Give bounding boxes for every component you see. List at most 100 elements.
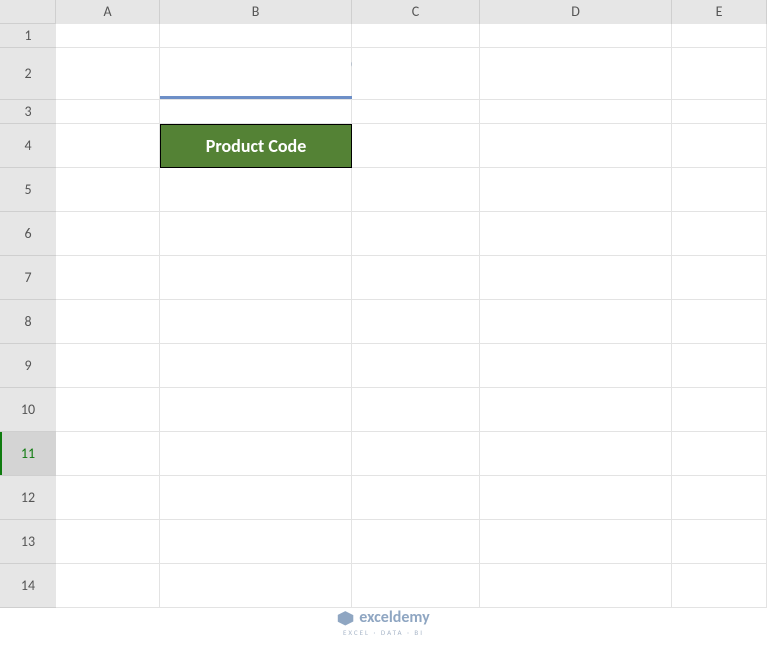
cell[interactable] xyxy=(480,520,672,564)
cell[interactable] xyxy=(56,100,160,124)
cell[interactable] xyxy=(56,432,160,476)
cell[interactable] xyxy=(56,24,160,48)
cell[interactable] xyxy=(56,476,160,520)
cell[interactable] xyxy=(352,256,480,300)
row-header-5[interactable]: 5 xyxy=(0,168,56,212)
cell[interactable] xyxy=(160,100,352,124)
cell[interactable] xyxy=(352,124,480,168)
cell[interactable] xyxy=(160,476,352,520)
cell[interactable] xyxy=(56,388,160,432)
cell[interactable] xyxy=(352,564,480,608)
row-header-8[interactable]: 8 xyxy=(0,300,56,344)
cell[interactable] xyxy=(480,476,672,520)
cell[interactable] xyxy=(352,344,480,388)
watermark-text: exceldemy xyxy=(359,608,429,627)
cell[interactable] xyxy=(56,48,160,100)
table-header[interactable]: Product Code xyxy=(160,124,352,168)
cell[interactable] xyxy=(56,212,160,256)
cell[interactable] xyxy=(352,48,480,100)
row-header-9[interactable]: 9 xyxy=(0,344,56,388)
cell[interactable] xyxy=(480,388,672,432)
cell[interactable] xyxy=(56,520,160,564)
cell[interactable] xyxy=(352,212,480,256)
cell[interactable] xyxy=(480,168,672,212)
cell[interactable] xyxy=(672,432,767,476)
cell[interactable] xyxy=(480,564,672,608)
cell[interactable] xyxy=(56,564,160,608)
row-header-13[interactable]: 13 xyxy=(0,520,56,564)
cell[interactable]: Product CodeSizeColor with CodeShirt 1-X… xyxy=(160,124,352,168)
col-header-D[interactable]: D xyxy=(480,0,672,24)
watermark: exceldemy EXCEL · DATA · BI xyxy=(337,608,429,637)
cell[interactable] xyxy=(480,256,672,300)
row-header-4[interactable]: 4 xyxy=(0,124,56,168)
col-header-C[interactable]: C xyxy=(352,0,480,24)
cell[interactable] xyxy=(352,520,480,564)
col-header-B[interactable]: B xyxy=(160,0,352,24)
cell[interactable] xyxy=(352,388,480,432)
cell[interactable] xyxy=(480,432,672,476)
cell[interactable] xyxy=(56,256,160,300)
cell[interactable] xyxy=(160,388,352,432)
watermark-brand: exceldemy xyxy=(337,608,429,627)
row-header-10[interactable]: 10 xyxy=(0,388,56,432)
row-header-2[interactable]: 2 xyxy=(0,48,56,100)
row-header-11[interactable]: 11 xyxy=(0,432,56,476)
row-header-3[interactable]: 3 xyxy=(0,100,56,124)
cell[interactable] xyxy=(352,432,480,476)
spreadsheet: A B C D E 1234567891011121314 "XYZ" Comp… xyxy=(0,0,767,651)
cell[interactable] xyxy=(160,300,352,344)
cell[interactable] xyxy=(56,124,160,168)
cell[interactable] xyxy=(672,520,767,564)
cell[interactable] xyxy=(160,24,352,48)
column-headers: A B C D E xyxy=(56,0,767,24)
cell[interactable] xyxy=(480,100,672,124)
cell[interactable] xyxy=(352,100,480,124)
cell[interactable] xyxy=(672,212,767,256)
cell[interactable] xyxy=(480,48,672,100)
row-header-6[interactable]: 6 xyxy=(0,212,56,256)
cell[interactable] xyxy=(672,256,767,300)
cell[interactable] xyxy=(352,300,480,344)
col-header-E[interactable]: E xyxy=(672,0,767,24)
row-headers: 1234567891011121314 xyxy=(0,24,56,608)
watermark-sub: EXCEL · DATA · BI xyxy=(343,628,424,637)
cell[interactable] xyxy=(672,168,767,212)
cell[interactable] xyxy=(480,124,672,168)
col-header-A[interactable]: A xyxy=(56,0,160,24)
cell[interactable] xyxy=(672,300,767,344)
cell[interactable] xyxy=(160,168,352,212)
cell[interactable] xyxy=(672,476,767,520)
cell[interactable] xyxy=(672,24,767,48)
row-header-7[interactable]: 7 xyxy=(0,256,56,300)
cell[interactable] xyxy=(480,24,672,48)
cell[interactable]: "XYZ" Company xyxy=(160,48,352,100)
cell[interactable] xyxy=(352,24,480,48)
cell[interactable] xyxy=(160,212,352,256)
cell[interactable] xyxy=(480,344,672,388)
cell[interactable] xyxy=(56,168,160,212)
cell[interactable] xyxy=(160,344,352,388)
cell[interactable] xyxy=(160,256,352,300)
cell[interactable] xyxy=(480,300,672,344)
cell[interactable] xyxy=(160,520,352,564)
cell[interactable] xyxy=(672,388,767,432)
cube-icon xyxy=(337,610,353,626)
cell[interactable] xyxy=(352,476,480,520)
row-header-14[interactable]: 14 xyxy=(0,564,56,608)
cell[interactable] xyxy=(480,212,672,256)
cell[interactable] xyxy=(56,300,160,344)
cell[interactable] xyxy=(352,168,480,212)
cell[interactable] xyxy=(672,564,767,608)
cell[interactable] xyxy=(672,100,767,124)
row-header-1[interactable]: 1 xyxy=(0,24,56,48)
cell[interactable] xyxy=(672,48,767,100)
cell[interactable] xyxy=(160,432,352,476)
cell[interactable] xyxy=(56,344,160,388)
cell[interactable] xyxy=(672,344,767,388)
cell[interactable] xyxy=(672,124,767,168)
cell[interactable] xyxy=(160,564,352,608)
row-header-12[interactable]: 12 xyxy=(0,476,56,520)
select-all-corner[interactable] xyxy=(0,0,56,24)
grid-area: "XYZ" Company Product CodeSizeColor with … xyxy=(56,24,767,608)
